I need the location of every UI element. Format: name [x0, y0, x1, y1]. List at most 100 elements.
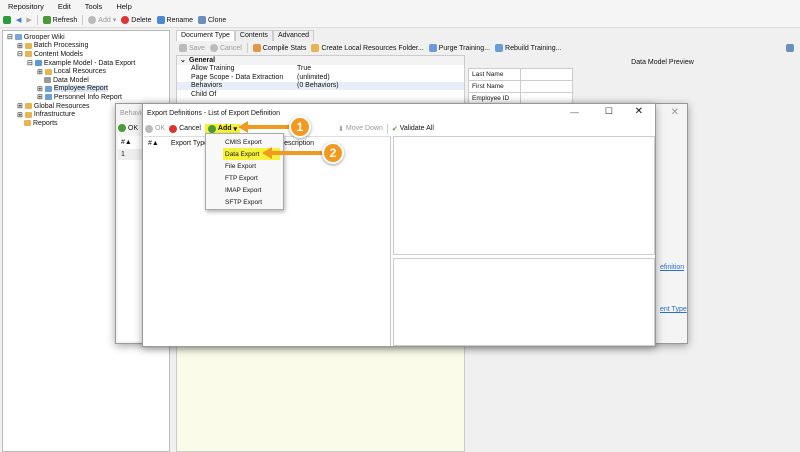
menu-bar: Repository Edit Tools Help — [0, 0, 800, 13]
callout-arrow — [245, 125, 295, 129]
help-link[interactable]: efinition — [660, 264, 684, 271]
delete-button[interactable]: Delete — [121, 16, 152, 24]
add-dropdown-menu: CMIS Export Data Export File Export FTP … — [205, 133, 284, 210]
compile-stats-button[interactable]: Compile Stats — [252, 44, 306, 52]
maximize-icon[interactable]: ☐ — [605, 106, 613, 117]
help-link[interactable]: ent Type — [660, 306, 687, 313]
callout-2: 2 — [322, 142, 344, 164]
tab-strip: Document Type Contents Advanced — [176, 30, 315, 41]
minimize-icon[interactable]: — — [570, 107, 579, 117]
folder-icon — [24, 120, 31, 127]
list-row[interactable]: 1 — [118, 149, 144, 160]
back-icon[interactable]: ◀ — [16, 16, 21, 24]
menu-help[interactable]: Help — [116, 2, 131, 11]
col-number[interactable]: #▲ — [148, 140, 159, 147]
property-panel — [393, 136, 655, 255]
chart-icon — [252, 44, 261, 52]
purge-training-button[interactable]: Purge Training... — [428, 44, 490, 52]
tree-node[interactable]: ⊞ Batch Processing — [7, 42, 165, 51]
callout-arrow — [270, 151, 325, 155]
field-input[interactable] — [520, 68, 573, 81]
purge-icon — [428, 44, 437, 52]
refresh-icon — [42, 16, 51, 24]
arrow-down-icon: ⬇ — [338, 125, 344, 133]
menu-item-file-export[interactable]: File Export — [206, 160, 283, 172]
model-icon — [34, 60, 42, 67]
data-model-icon — [44, 77, 51, 84]
prop-row[interactable]: Allow Training True — [177, 65, 464, 74]
refresh-button[interactable]: Refresh — [42, 16, 77, 24]
field-input[interactable] — [520, 80, 573, 93]
tree-node[interactable]: ⊞ Local Resources — [7, 67, 165, 76]
tab-advanced[interactable]: Advanced — [272, 30, 315, 41]
col-export-type[interactable]: Export Type — [171, 140, 208, 147]
field-label: Last Name — [468, 68, 521, 81]
check-icon: ✔ — [391, 125, 398, 133]
tree-node[interactable]: ⊟ Example Model - Data Export — [7, 59, 165, 68]
menu-tools[interactable]: Tools — [85, 2, 103, 11]
folder-icon — [24, 42, 32, 49]
folder-icon — [44, 68, 52, 75]
check-icon — [118, 124, 126, 132]
move-down-button[interactable]: ⬇ Move Down — [338, 125, 383, 133]
add-button[interactable]: Add ▾ — [88, 16, 116, 24]
cancel-button[interactable]: Cancel — [169, 124, 201, 133]
help-panel — [393, 258, 655, 346]
document-toolbar: Save Cancel Compile Stats Create Local R… — [176, 42, 800, 54]
arrow-head-icon — [238, 121, 248, 133]
tree-node-root[interactable]: ⊟ Grooper Wiki — [7, 33, 165, 42]
col-description[interactable]: escription — [284, 140, 314, 147]
tab-contents[interactable]: Contents — [234, 30, 273, 41]
check-icon — [145, 124, 153, 133]
close-icon[interactable]: ✕ — [635, 106, 643, 117]
col-header: #▲ — [121, 139, 132, 146]
callout-1: 1 — [289, 116, 311, 138]
rebuild-training-button[interactable]: Rebuild Training... — [495, 44, 561, 52]
folder-icon — [24, 103, 32, 110]
menu-item-ftp-export[interactable]: FTP Export — [206, 172, 283, 184]
menu-item-sftp-export[interactable]: SFTP Export — [206, 196, 283, 208]
rename-button[interactable]: Rename — [156, 16, 193, 24]
behaviors-list: #▲ 1 — [118, 136, 144, 341]
add-dropdown-button[interactable]: Add ▾ — [204, 123, 241, 134]
tree-toggle-icon[interactable] — [3, 16, 11, 24]
prop-row[interactable]: Page Scope - Data Extraction (unlimited) — [177, 73, 464, 82]
tree-node[interactable]: Data Model — [7, 76, 165, 85]
rename-icon — [156, 16, 165, 24]
field-label: First Name — [468, 80, 521, 93]
rebuild-icon — [495, 44, 504, 52]
tree-node[interactable]: ⊟ Content Models — [7, 50, 165, 59]
settings-icon[interactable] — [786, 44, 794, 52]
tree-node[interactable]: ⊞ Personnel Info Report — [7, 93, 165, 102]
arrow-head-icon — [262, 147, 272, 159]
menu-item-imap-export[interactable]: IMAP Export — [206, 184, 283, 196]
save-icon — [179, 44, 187, 52]
prop-row[interactable]: Behaviors (0 Behaviors) — [177, 81, 464, 90]
folder-icon — [24, 51, 32, 58]
tree-node-selected[interactable]: ⊞ Employee Report — [7, 85, 165, 94]
cancel-icon — [209, 44, 218, 52]
menu-repository[interactable]: Repository — [8, 2, 44, 11]
document-type-icon — [44, 94, 52, 101]
add-icon — [207, 124, 216, 133]
dialog-title: Export Definitions - List of Export Defi… — [147, 110, 281, 117]
preview-title: Data Model Preview — [631, 59, 694, 66]
ok-button[interactable]: OK — [145, 124, 165, 133]
cancel-icon — [169, 124, 178, 133]
cancel-button[interactable]: Cancel — [209, 44, 242, 52]
globe-icon — [14, 34, 22, 41]
tab-document-type[interactable]: Document Type — [176, 30, 235, 41]
behaviors-ok-button[interactable]: OK — [118, 124, 138, 132]
menu-edit[interactable]: Edit — [58, 2, 71, 11]
forward-icon[interactable]: ▶ — [26, 16, 31, 24]
folder-icon — [24, 111, 32, 118]
document-type-icon — [44, 85, 52, 92]
prop-row[interactable]: Child Of — [177, 90, 464, 99]
clone-button[interactable]: Clone — [197, 16, 226, 24]
section-general[interactable]: ⌄ General — [177, 56, 464, 65]
close-icon[interactable]: ✕ — [671, 107, 679, 118]
validate-all-button[interactable]: ✔ Validate All — [392, 125, 434, 133]
save-button[interactable]: Save — [179, 44, 205, 52]
add-icon — [88, 16, 97, 24]
create-folder-button[interactable]: Create Local Resources Folder... — [311, 44, 424, 52]
